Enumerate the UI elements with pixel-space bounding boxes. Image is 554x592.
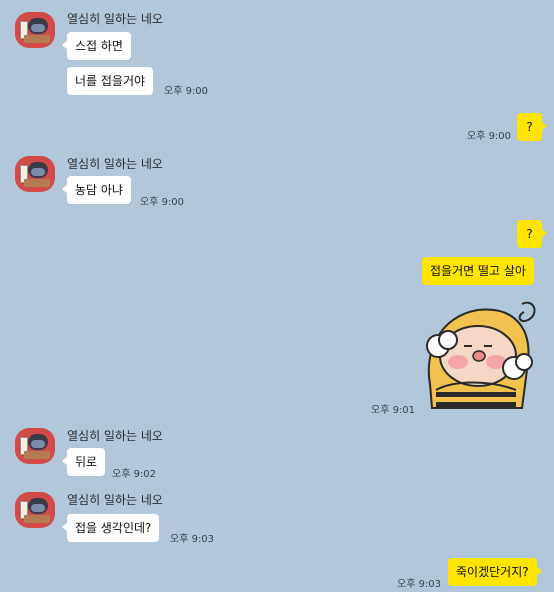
profile-avatar[interactable] — [15, 156, 55, 192]
sticker-character-icon[interactable] — [424, 296, 544, 412]
message-time: 오후 9:03 — [170, 534, 215, 545]
my-message-bubble[interactable]: 죽이겠단거지? — [448, 558, 542, 586]
chat-area[interactable]: 열심히 일하는 네오 스접 하면 너를 접을거야 오후 9:00 오후 9:00… — [0, 0, 554, 592]
profile-avatar[interactable] — [15, 12, 55, 48]
message-time: 오후 9:00 — [467, 131, 512, 142]
sender-name: 열심히 일하는 네오 — [67, 429, 163, 443]
sender-name: 열심히 일하는 네오 — [67, 12, 163, 26]
sender-name: 열심히 일하는 네오 — [67, 493, 163, 507]
message-bubble[interactable]: 접을 생각인데? — [61, 514, 160, 542]
message-time: 오후 9:00 — [164, 86, 209, 97]
profile-avatar[interactable] — [15, 428, 55, 464]
my-message-bubble[interactable]: 접을거면 떨고 살아 — [422, 257, 534, 285]
message-bubble[interactable]: 너를 접을거야 — [67, 67, 154, 95]
my-message-bubble[interactable]: ? — [517, 113, 547, 141]
message-time: 오후 9:01 — [371, 405, 416, 416]
message-bubble[interactable]: 뒤로 — [61, 448, 106, 476]
message-bubble[interactable]: 농담 아냐 — [62, 176, 131, 204]
message-time: 오후 9:02 — [112, 469, 157, 480]
message-bubble[interactable]: 스접 하면 — [62, 32, 131, 60]
profile-avatar[interactable] — [15, 492, 55, 528]
message-time: 오후 9:03 — [397, 579, 442, 590]
my-message-bubble[interactable]: ? — [517, 220, 547, 248]
sender-name: 열심히 일하는 네오 — [67, 157, 163, 171]
message-time: 오후 9:00 — [140, 197, 185, 208]
